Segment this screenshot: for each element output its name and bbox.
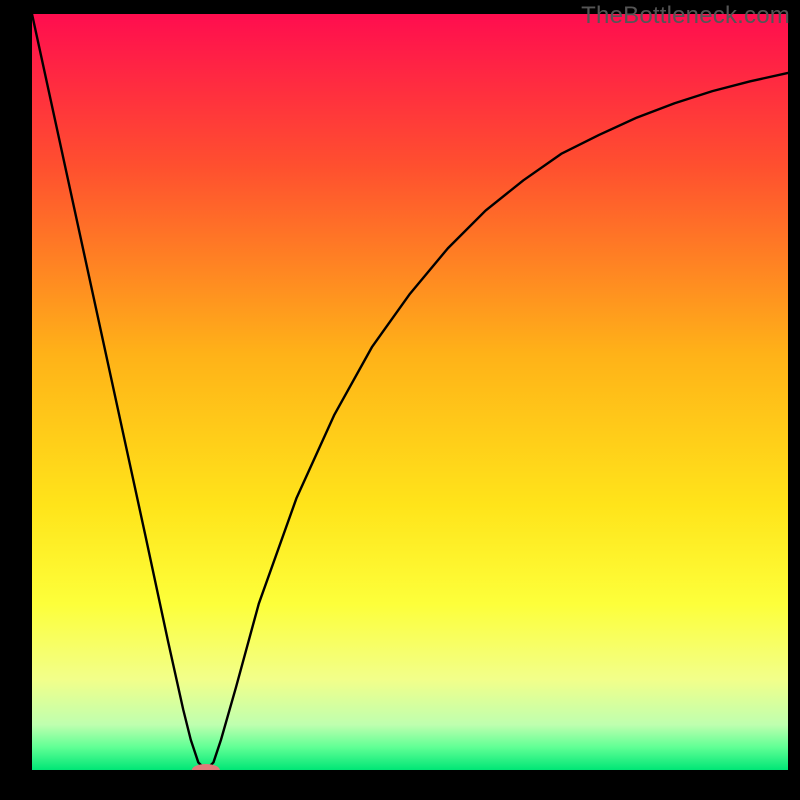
plot-background xyxy=(32,14,788,770)
watermark-label: TheBottleneck.com xyxy=(581,2,790,30)
plot-frame-left xyxy=(0,0,32,800)
bottleneck-plot xyxy=(0,0,800,800)
plot-frame-bottom xyxy=(0,770,800,800)
chart-container: TheBottleneck.com xyxy=(0,0,800,800)
plot-frame-right xyxy=(788,0,800,800)
